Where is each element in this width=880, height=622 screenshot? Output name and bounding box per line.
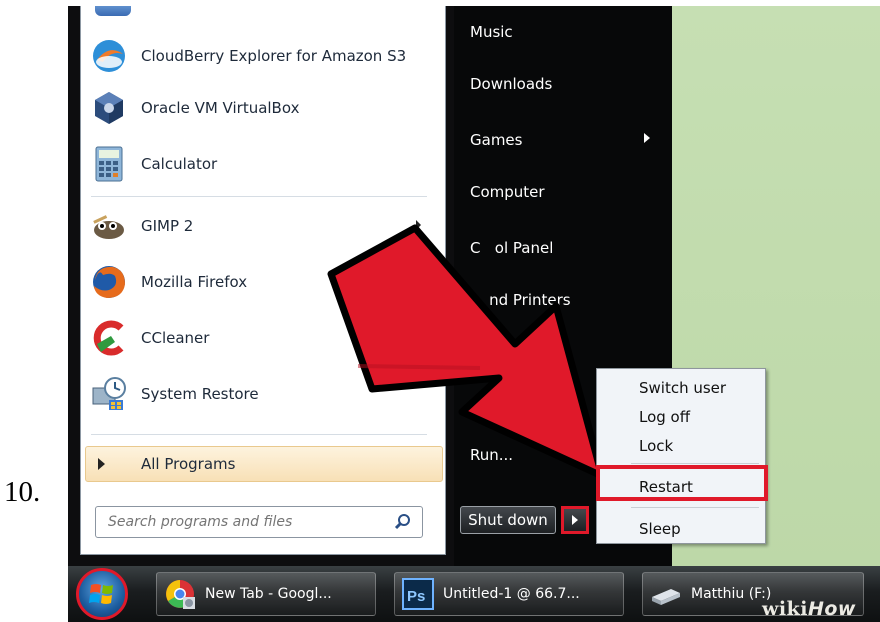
shut-down-button[interactable]: Shut down bbox=[460, 506, 556, 534]
program-item-virtualbox[interactable]: Oracle VM VirtualBox bbox=[89, 84, 429, 132]
gimp-icon bbox=[89, 206, 129, 246]
power-options-menu: Switch user Log off Lock Restart Sleep bbox=[596, 368, 766, 544]
program-item-calculator[interactable]: Calculator bbox=[89, 140, 429, 188]
taskbar: New Tab - Googl... Ps Untitled-1 @ 66.7.… bbox=[68, 566, 880, 622]
restart-highlight-box bbox=[596, 465, 768, 501]
right-item-downloads[interactable]: Downloads bbox=[470, 75, 552, 93]
wikihow-watermark: wikiHow bbox=[762, 598, 856, 620]
divider bbox=[91, 196, 427, 197]
ccleaner-icon bbox=[89, 318, 129, 358]
program-label: Oracle VM VirtualBox bbox=[141, 99, 300, 117]
program-label: Calculator bbox=[141, 155, 218, 173]
divider bbox=[91, 434, 427, 435]
taskbar-item-label: Matthiu (F:) bbox=[691, 586, 772, 602]
search-icon[interactable] bbox=[394, 513, 412, 531]
photoshop-icon: Ps bbox=[401, 577, 435, 611]
menu-item-sleep[interactable]: Sleep bbox=[639, 520, 681, 538]
right-item-devices-printers[interactable]: nd Printers bbox=[470, 291, 571, 309]
divider bbox=[631, 463, 759, 464]
chrome-icon bbox=[163, 577, 197, 611]
program-label: System Restore bbox=[141, 385, 259, 403]
all-programs-label: All Programs bbox=[141, 455, 236, 473]
start-button[interactable] bbox=[76, 568, 128, 620]
program-item-firefox[interactable]: Mozilla Firefox bbox=[89, 258, 429, 306]
submenu-arrow-icon bbox=[416, 220, 421, 230]
program-list: CloudBerry Explorer for Amazon S3 Oracle… bbox=[80, 6, 446, 555]
firefox-icon bbox=[89, 262, 129, 302]
search-box[interactable] bbox=[95, 506, 423, 538]
taskbar-item-chrome[interactable]: New Tab - Googl... bbox=[156, 572, 376, 616]
virtualbox-icon bbox=[89, 88, 129, 128]
expand-arrow-icon bbox=[98, 458, 105, 470]
program-item-cloudberry[interactable]: CloudBerry Explorer for Amazon S3 bbox=[89, 32, 429, 80]
start-menu-left-pane: CloudBerry Explorer for Amazon S3 Oracle… bbox=[68, 6, 454, 566]
program-label: CCleaner bbox=[141, 329, 210, 347]
drive-icon bbox=[649, 577, 683, 611]
menu-item-lock[interactable]: Lock bbox=[639, 437, 673, 455]
divider bbox=[631, 507, 759, 508]
step-number: 10. bbox=[4, 476, 41, 508]
all-programs-button[interactable]: All Programs bbox=[85, 446, 443, 482]
program-label: CloudBerry Explorer for Amazon S3 bbox=[141, 47, 407, 65]
menu-item-log-off[interactable]: Log off bbox=[639, 408, 690, 426]
taskbar-item-photoshop[interactable]: Ps Untitled-1 @ 66.7... bbox=[394, 572, 624, 616]
right-item-default-programs[interactable]: grams bbox=[470, 343, 536, 361]
svg-text:Ps: Ps bbox=[407, 588, 425, 605]
program-item-ccleaner[interactable]: CCleaner bbox=[89, 314, 429, 362]
search-input[interactable] bbox=[106, 513, 390, 531]
shut-down-options-button[interactable] bbox=[561, 506, 589, 534]
partial-program-icon bbox=[95, 6, 131, 16]
right-item-help-support[interactable]: por bbox=[470, 391, 528, 409]
right-arrow-icon bbox=[572, 515, 578, 525]
right-item-control-panel[interactable]: C ol Panel bbox=[470, 239, 553, 257]
program-item-system-restore[interactable]: System Restore bbox=[89, 370, 429, 418]
program-label: GIMP 2 bbox=[141, 217, 194, 235]
right-item-games[interactable]: Games bbox=[470, 131, 522, 149]
cloudberry-icon bbox=[89, 36, 129, 76]
games-submenu-arrow-icon bbox=[644, 133, 650, 143]
right-item-music[interactable]: Music bbox=[470, 23, 513, 41]
menu-item-switch-user[interactable]: Switch user bbox=[639, 379, 726, 397]
windows-logo-icon bbox=[89, 584, 113, 604]
program-label: Mozilla Firefox bbox=[141, 273, 248, 291]
right-item-run[interactable]: Run... bbox=[470, 446, 513, 464]
program-item-gimp[interactable]: GIMP 2 bbox=[89, 202, 429, 250]
taskbar-item-label: Untitled-1 @ 66.7... bbox=[443, 586, 580, 602]
screenshot: CloudBerry Explorer for Amazon S3 Oracle… bbox=[68, 6, 880, 622]
system-restore-icon bbox=[89, 374, 129, 414]
calculator-icon bbox=[89, 144, 129, 184]
right-item-computer[interactable]: Computer bbox=[470, 183, 545, 201]
taskbar-item-label: New Tab - Googl... bbox=[205, 586, 332, 602]
